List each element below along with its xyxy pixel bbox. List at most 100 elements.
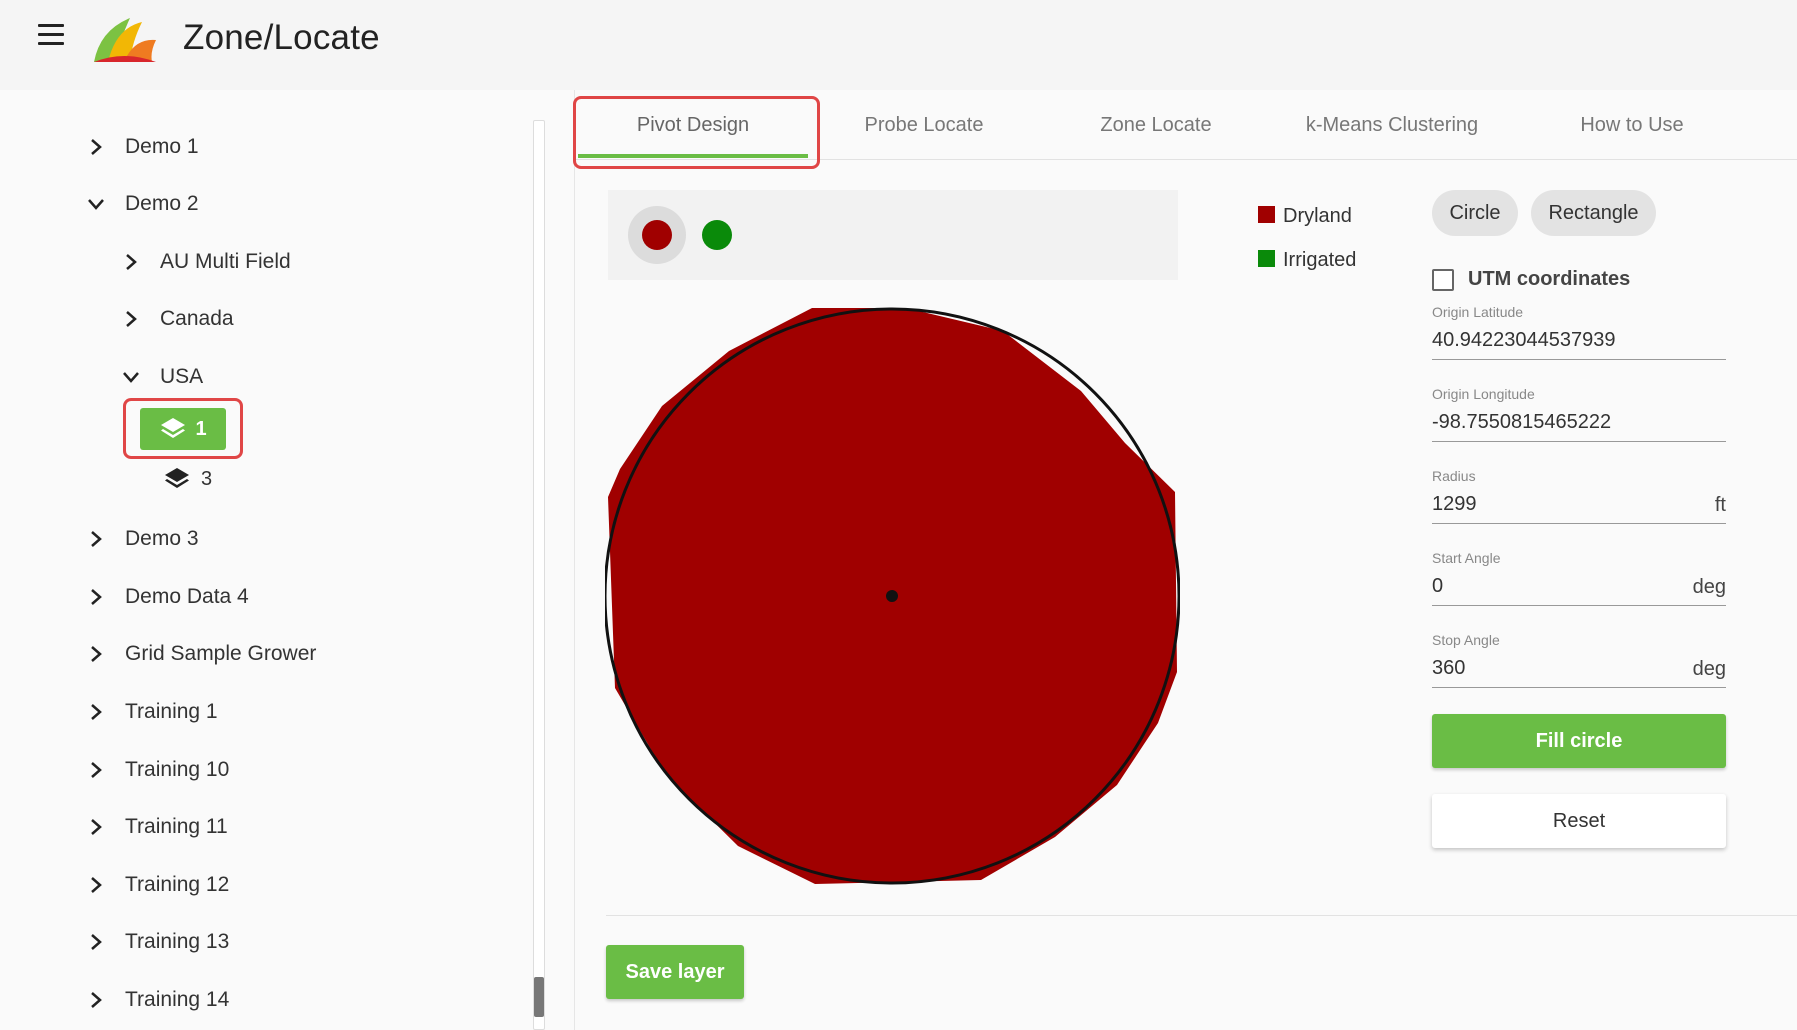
- chevron-right-icon: [85, 586, 107, 608]
- chevron-down-icon: [85, 193, 107, 215]
- legend-label: Dryland: [1283, 204, 1352, 227]
- origin-latitude-input[interactable]: [1432, 322, 1726, 360]
- tree-item-label: AU Multi Field: [160, 250, 291, 273]
- sidebar-scroll-thumb[interactable]: [534, 977, 544, 1017]
- app-logo: [94, 18, 156, 62]
- sidebar-divider: [574, 90, 575, 1030]
- stop-angle-unit: deg: [1692, 658, 1726, 680]
- stop-angle-input[interactable]: [1432, 650, 1726, 688]
- origin-longitude-input[interactable]: [1432, 404, 1726, 442]
- radius-unit: ft: [1714, 494, 1726, 516]
- chevron-right-icon: [85, 989, 107, 1011]
- legend-swatch: [1258, 205, 1275, 223]
- tree-item-canada[interactable]: Canada: [120, 299, 234, 339]
- chevron-right-icon: [120, 251, 142, 273]
- start-angle-field: Start Angle deg: [1432, 550, 1726, 616]
- pivot-canvas[interactable]: [605, 305, 1180, 885]
- legend-label: Irrigated: [1283, 248, 1357, 271]
- origin-latitude-field: Origin Latitude: [1432, 304, 1726, 370]
- tree-item-label: Training 1: [125, 700, 218, 723]
- selected-layer-highlight: 1: [123, 398, 243, 459]
- utm-coordinates-option[interactable]: UTM coordinates: [1432, 268, 1630, 291]
- tree-item-training-14[interactable]: Training 14: [85, 980, 229, 1020]
- chevron-right-icon: [85, 874, 107, 896]
- circle-shape-chip[interactable]: Circle: [1432, 190, 1518, 236]
- tab-k-means-clustering[interactable]: k-Means Clustering: [1272, 90, 1512, 160]
- tree-item-label: Demo Data 4: [125, 585, 249, 608]
- tree-item-training-11[interactable]: Training 11: [85, 807, 228, 847]
- chevron-down-icon: [120, 366, 142, 388]
- pivot-center-point[interactable]: [886, 590, 898, 602]
- rectangle-shape-chip[interactable]: Rectangle: [1531, 190, 1656, 236]
- tree-item-demo-data-4[interactable]: Demo Data 4: [85, 577, 249, 617]
- chevron-right-icon: [85, 931, 107, 953]
- tree-item-label: Demo 1: [125, 135, 199, 158]
- tab-probe-locate[interactable]: Probe Locate: [808, 90, 1040, 160]
- tree-item-label: Training 11: [125, 815, 228, 838]
- tree-item-training-10[interactable]: Training 10: [85, 750, 229, 790]
- content-divider: [606, 915, 1797, 916]
- reset-button[interactable]: Reset: [1432, 794, 1726, 848]
- radius-input[interactable]: [1432, 486, 1726, 524]
- legend-swatch: [1258, 249, 1275, 267]
- tree-item-label: Training 10: [125, 758, 230, 781]
- tree-item-label: USA: [160, 365, 204, 388]
- chevron-right-icon: [85, 816, 107, 838]
- tab-how-to-use[interactable]: How to Use: [1512, 90, 1752, 160]
- sidebar-scrollbar[interactable]: [533, 120, 545, 1030]
- hamburger-icon[interactable]: [38, 24, 68, 46]
- origin-longitude-field: Origin Longitude: [1432, 386, 1726, 452]
- field-label: Start Angle: [1432, 550, 1501, 566]
- field-label: Stop Angle: [1432, 632, 1500, 648]
- field-label: Origin Latitude: [1432, 304, 1524, 320]
- irrigated-color-swatch[interactable]: [702, 220, 732, 250]
- legend-item-irrigated: Irrigated: [1258, 238, 1356, 282]
- tree-item-demo-3[interactable]: Demo 3: [85, 519, 199, 559]
- layer-item-3[interactable]: 3: [163, 462, 212, 496]
- field-label: Radius: [1432, 468, 1476, 484]
- legend: Dryland Irrigated: [1258, 194, 1356, 282]
- tree-item-label: Demo 3: [125, 527, 199, 550]
- start-angle-input[interactable]: [1432, 568, 1726, 606]
- tree-item-label: Training 14: [125, 988, 230, 1011]
- active-tab-highlight: [573, 96, 820, 169]
- tree-item-training-1[interactable]: Training 1: [85, 692, 218, 732]
- utm-checkbox[interactable]: [1432, 268, 1454, 291]
- tree-item-label: Training 13: [125, 930, 230, 953]
- layer-label: 3: [201, 467, 213, 490]
- chevron-right-icon: [85, 643, 107, 665]
- tree-item-label: Grid Sample Grower: [125, 642, 317, 665]
- app-header: Zone/Locate: [0, 0, 1797, 90]
- layer-button-1[interactable]: 1: [140, 408, 226, 450]
- chevron-right-icon: [85, 528, 107, 550]
- chevron-right-icon: [120, 308, 142, 330]
- utm-label: UTM coordinates: [1468, 268, 1631, 290]
- tree-item-label: Canada: [160, 307, 234, 330]
- tree-item-training-13[interactable]: Training 13: [85, 922, 229, 962]
- tree-item-label: Training 12: [125, 873, 230, 896]
- start-angle-unit: deg: [1692, 576, 1726, 598]
- chevron-right-icon: [85, 759, 107, 781]
- tab-zone-locate[interactable]: Zone Locate: [1040, 90, 1272, 160]
- layer-label: 1: [195, 417, 207, 440]
- chevron-right-icon: [85, 136, 107, 158]
- chevron-right-icon: [85, 701, 107, 723]
- tree-item-usa[interactable]: USA: [120, 357, 203, 397]
- color-toolbar: [608, 190, 1178, 280]
- layers-icon: [161, 418, 186, 438]
- tree-item-training-12[interactable]: Training 12: [85, 865, 229, 905]
- sidebar-tree: Demo 1 Demo 2 AU Multi Field Canada USA …: [0, 90, 555, 1030]
- layers-icon: [165, 468, 189, 488]
- tree-item-grid-sample-grower[interactable]: Grid Sample Grower: [85, 634, 316, 674]
- tree-item-label: Demo 2: [125, 192, 199, 215]
- tree-item-demo-2[interactable]: Demo 2: [85, 184, 199, 224]
- legend-item-dryland: Dryland: [1258, 194, 1356, 238]
- tree-item-demo-1[interactable]: Demo 1: [85, 127, 199, 167]
- save-layer-button[interactable]: Save layer: [606, 945, 744, 999]
- tree-item-au-multi-field[interactable]: AU Multi Field: [120, 242, 291, 282]
- radius-field: Radius ft: [1432, 468, 1726, 534]
- stop-angle-field: Stop Angle deg: [1432, 632, 1726, 698]
- fill-circle-button[interactable]: Fill circle: [1432, 714, 1726, 768]
- dryland-color-swatch[interactable]: [642, 220, 672, 250]
- app-title: Zone/Locate: [183, 18, 380, 57]
